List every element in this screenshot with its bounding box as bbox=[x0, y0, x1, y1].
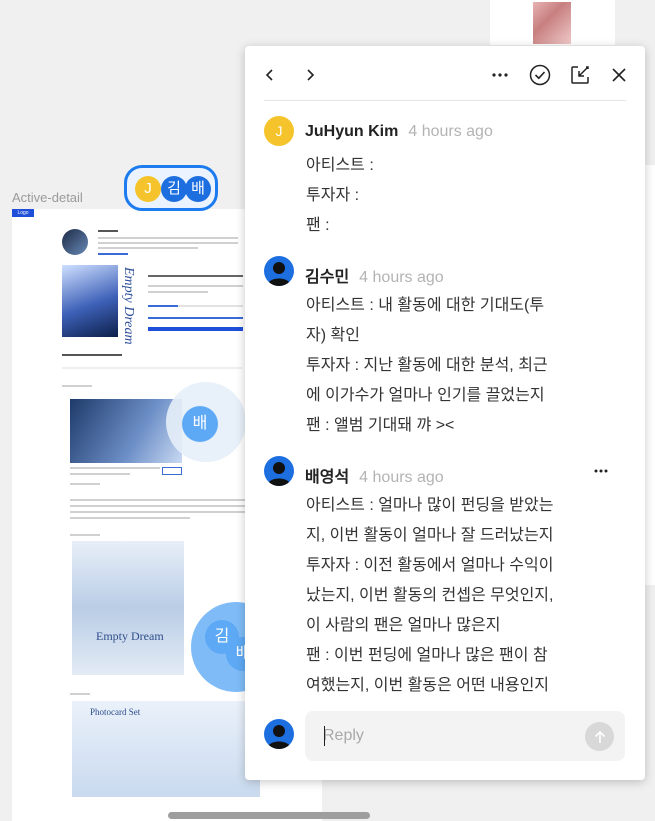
arrow-up-icon bbox=[594, 730, 605, 743]
more-horizontal-icon bbox=[594, 469, 608, 473]
comment-avatar[interactable] bbox=[264, 456, 294, 486]
bio-line bbox=[98, 247, 198, 249]
presence-avatar-bae[interactable]: 배 bbox=[185, 176, 211, 202]
link-line bbox=[98, 253, 128, 255]
body-text-line bbox=[70, 511, 250, 513]
section-label bbox=[70, 483, 100, 485]
thread-more-button[interactable] bbox=[487, 62, 513, 88]
send-reply-button[interactable] bbox=[585, 722, 614, 751]
section-label bbox=[70, 534, 100, 536]
body-text-line bbox=[70, 505, 250, 507]
album-info-line bbox=[148, 285, 243, 287]
thumbnail-image-grid bbox=[533, 2, 571, 44]
close-icon bbox=[612, 68, 626, 82]
comment-author-line: JuHyun Kim 4 hours ago bbox=[305, 123, 493, 141]
horizontal-scrollbar[interactable] bbox=[168, 812, 370, 819]
tab-bar[interactable] bbox=[62, 367, 242, 369]
comment-avatar[interactable]: J bbox=[264, 116, 294, 146]
funding-bar-fill bbox=[148, 317, 243, 319]
bio-line bbox=[98, 237, 238, 239]
text-caret bbox=[324, 726, 325, 746]
presence-avatar-kim[interactable]: 김 bbox=[161, 176, 187, 202]
artist-avatar bbox=[62, 229, 88, 255]
album-info-title bbox=[148, 275, 243, 277]
next-comment-button[interactable] bbox=[297, 62, 323, 88]
reply-composer bbox=[245, 711, 645, 780]
comment-author-line: 김수민 4 hours ago bbox=[305, 263, 444, 287]
presence-indicator[interactable]: J 김 배 bbox=[124, 165, 218, 211]
expand-thread-button[interactable] bbox=[567, 62, 593, 88]
comment-time: 4 hours ago bbox=[359, 469, 444, 486]
body-text-line bbox=[70, 517, 190, 519]
video-caption bbox=[70, 473, 130, 475]
poster-title: Empty Dream bbox=[96, 629, 164, 643]
comment-avatar[interactable] bbox=[264, 256, 294, 286]
user-avatar-icon bbox=[267, 725, 291, 749]
check-circle-icon bbox=[529, 64, 551, 86]
body-text-line bbox=[70, 499, 250, 501]
bio-line bbox=[98, 242, 238, 244]
comment-thread-panel: J JuHyun Kim 4 hours ago 아티스트 : 투자자 : 팬 :… bbox=[245, 46, 645, 780]
frame-label[interactable]: Active-detail bbox=[12, 190, 83, 205]
album-info-line bbox=[148, 291, 208, 293]
user-avatar-icon bbox=[267, 462, 291, 486]
section-label bbox=[62, 385, 92, 387]
funding-bar-fill bbox=[148, 305, 178, 307]
chevron-left-icon bbox=[265, 69, 273, 81]
album-poster-image bbox=[72, 541, 184, 675]
album-title-vertical: Empty Dream bbox=[121, 267, 136, 345]
comment-body: 아티스트 : 얼마나 많이 펀딩을 받았는 지, 이번 활동이 얼마나 잘 드러… bbox=[306, 497, 554, 694]
prev-comment-button[interactable] bbox=[257, 62, 283, 88]
section-heading bbox=[62, 354, 122, 356]
chevron-right-icon bbox=[307, 69, 315, 81]
comment-toolbar bbox=[245, 46, 645, 100]
video-button[interactable] bbox=[162, 467, 182, 475]
collab-cursor-bubble: 배 bbox=[182, 406, 218, 442]
comment-author: 배영석 bbox=[305, 469, 350, 486]
reply-input[interactable] bbox=[305, 711, 625, 761]
comment-author: 김수민 bbox=[305, 269, 350, 286]
resolve-button[interactable] bbox=[527, 62, 553, 88]
comment-list[interactable]: J JuHyun Kim 4 hours ago 아티스트 : 투자자 : 팬 :… bbox=[245, 101, 645, 711]
photocard-title: Photocard Set bbox=[90, 707, 141, 717]
comment-more-button[interactable] bbox=[588, 461, 614, 481]
comment-body: 아티스트 : 투자자 : 팬 : bbox=[306, 157, 374, 234]
comment-author: JuHyun Kim bbox=[305, 123, 399, 140]
comment-body: 아티스트 : 내 활동에 대한 기대도(투 자) 확인 투자자 : 지난 활동에… bbox=[306, 297, 548, 434]
comment-time: 4 hours ago bbox=[408, 123, 493, 140]
close-panel-button[interactable] bbox=[606, 62, 632, 88]
artist-name-line bbox=[98, 230, 118, 232]
expand-arrow-icon bbox=[571, 66, 589, 84]
more-horizontal-icon bbox=[492, 73, 508, 77]
section-label bbox=[70, 693, 90, 695]
fund-button[interactable] bbox=[148, 327, 243, 331]
presence-avatar-j[interactable]: J bbox=[135, 176, 161, 202]
logo-chip: Logo bbox=[12, 209, 34, 217]
current-user-avatar bbox=[264, 719, 294, 749]
comment-author-line: 배영석 4 hours ago bbox=[305, 463, 444, 487]
album-cover-image bbox=[62, 265, 118, 337]
video-thumbnail-image[interactable] bbox=[70, 399, 182, 463]
comment-time: 4 hours ago bbox=[359, 269, 444, 286]
user-avatar-icon bbox=[267, 262, 291, 286]
video-caption bbox=[70, 467, 160, 469]
